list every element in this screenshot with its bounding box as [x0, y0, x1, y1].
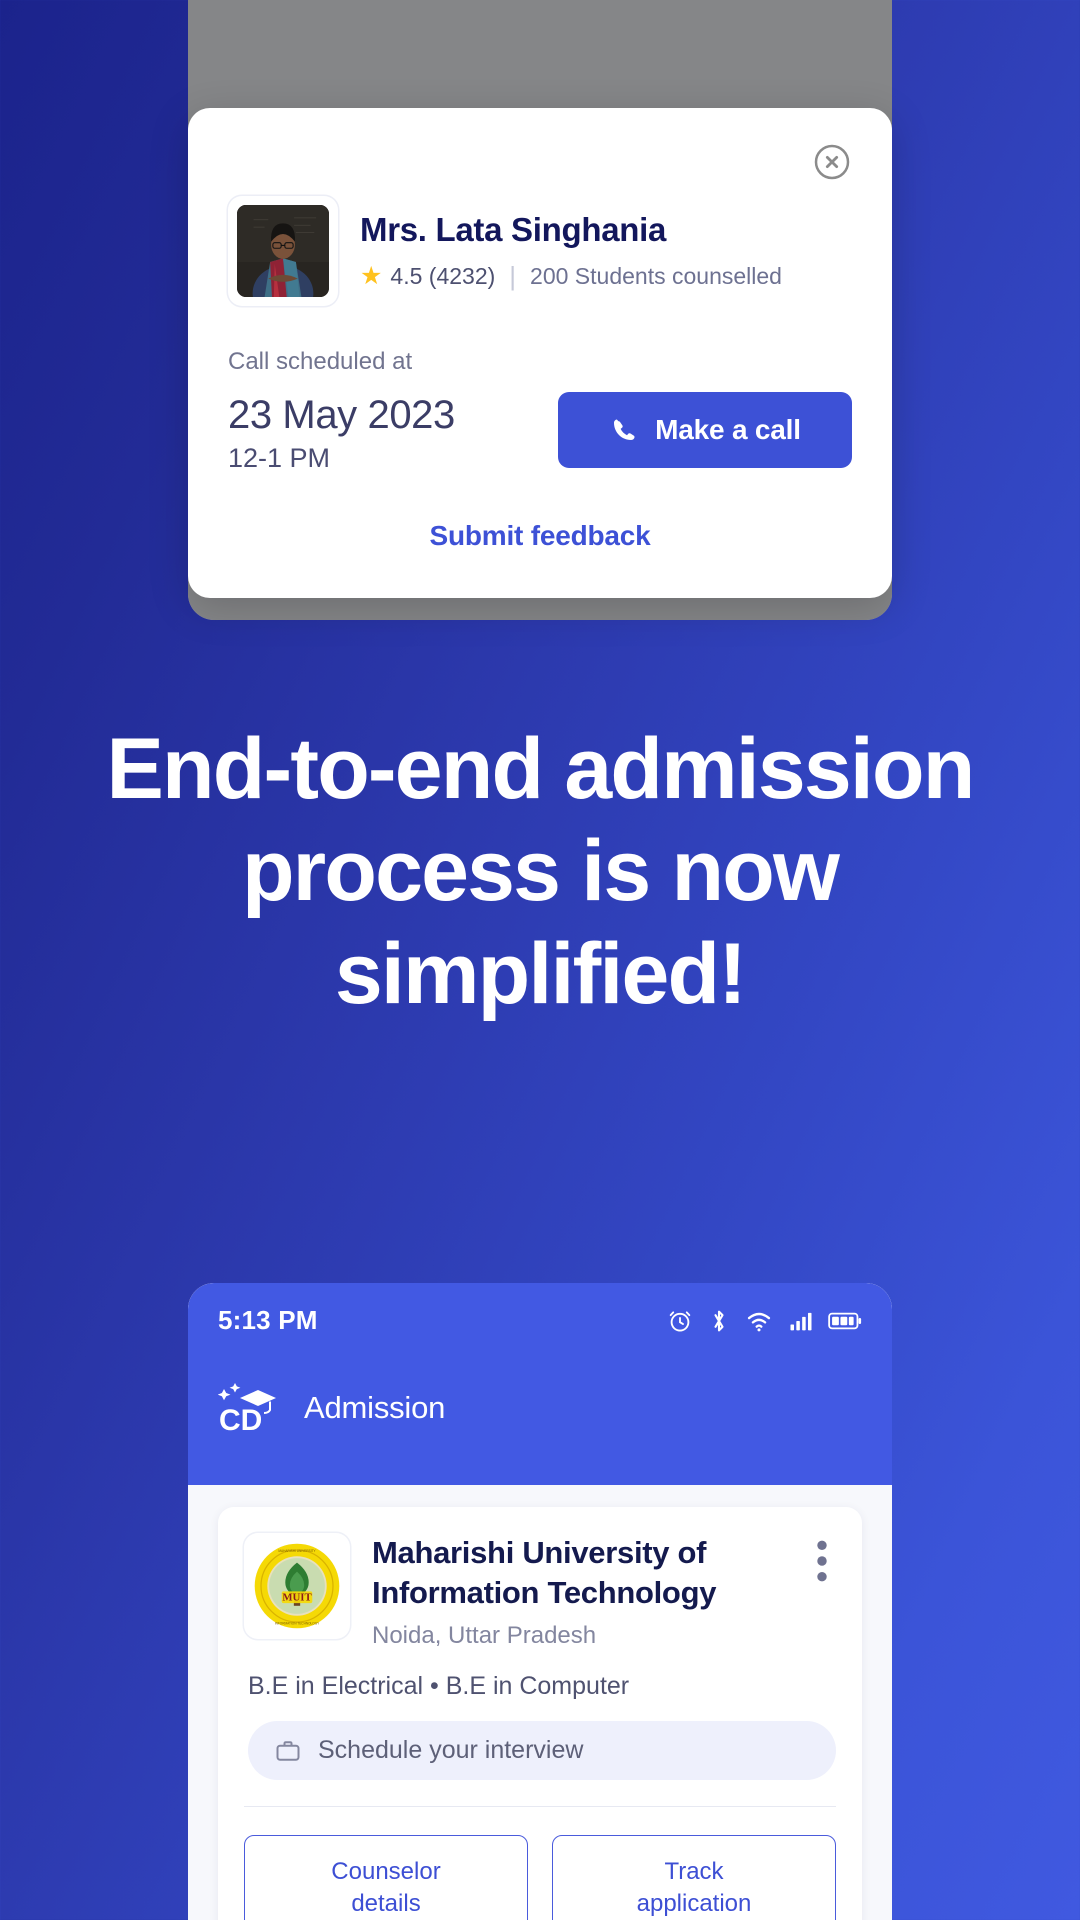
- counselor-students-counselled: 200 Students counselled: [530, 262, 782, 289]
- status-bar: 5:13 PM: [218, 1305, 862, 1336]
- kebab-menu-icon[interactable]: [808, 1539, 836, 1583]
- bluetooth-icon: [714, 1310, 724, 1331]
- schedule-interview-label: Schedule your interview: [318, 1736, 584, 1765]
- phone-header: 5:13 PM CD Admission: [188, 1283, 892, 1485]
- bottom-phone-screen: 5:13 PM CD Admission MUIT MAHARISHI UNIV…: [188, 1283, 892, 1920]
- svg-text:CD: CD: [219, 1404, 262, 1434]
- cd-graduation-cap-logo: CD: [218, 1383, 276, 1434]
- app-bar-title: Admission: [304, 1390, 446, 1425]
- phone-icon: [614, 419, 635, 441]
- button-line-1: Counselor: [331, 1858, 441, 1886]
- svg-text:INFORMATION TECHNOLOGY: INFORMATION TECHNOLOGY: [275, 1622, 320, 1626]
- counselor-name: Mrs. Lata Singhania: [360, 210, 667, 248]
- modal-close-row: [228, 142, 852, 182]
- close-circle-icon[interactable]: [812, 142, 852, 182]
- make-a-call-button[interactable]: Make a call: [558, 392, 852, 469]
- call-scheduled-label: Call scheduled at: [228, 348, 413, 375]
- alarm-icon: [669, 1310, 691, 1331]
- university-logo-frame: MUIT MAHARISHI UNIVERSITY INFORMATION TE…: [244, 1533, 350, 1639]
- university-card-header: MUIT MAHARISHI UNIVERSITY INFORMATION TE…: [244, 1533, 836, 1650]
- university-text-block: Maharishi University of Information Tech…: [372, 1533, 786, 1650]
- university-card-button-row: Counselor details Track application: [244, 1807, 836, 1920]
- button-line-2: application: [636, 1890, 752, 1918]
- avatar: [237, 205, 329, 297]
- signal-icon: [790, 1312, 812, 1330]
- phone-body: MUIT MAHARISHI UNIVERSITY INFORMATION TE…: [188, 1485, 892, 1920]
- briefcase-icon: [276, 1741, 300, 1761]
- battery-icon: [828, 1312, 862, 1329]
- counselor-details-button[interactable]: Counselor details: [244, 1835, 528, 1920]
- schedule-interview-pill[interactable]: Schedule your interview: [248, 1721, 836, 1781]
- counselor-meta: Mrs. Lata Singhania ★ 4.5 (4232) | 200 S…: [360, 211, 782, 292]
- button-line-1: Track: [664, 1858, 724, 1886]
- wifi-icon: [747, 1312, 771, 1331]
- status-bar-icons: [666, 1307, 862, 1335]
- university-city: Noida, Uttar Pradesh: [372, 1622, 597, 1650]
- star-icon: ★: [360, 261, 383, 290]
- schedule-time: 12-1 PM: [228, 443, 331, 474]
- submit-feedback-link[interactable]: Submit feedback: [228, 520, 852, 552]
- counselor-call-modal: Mrs. Lata Singhania ★ 4.5 (4232) | 200 S…: [188, 108, 892, 599]
- schedule-datetime-group: 23 May 2023 12-1 PM: [228, 392, 455, 474]
- stats-separator: |: [509, 260, 517, 291]
- university-card: MUIT MAHARISHI UNIVERSITY INFORMATION TE…: [218, 1507, 862, 1920]
- counselor-avatar-frame: [228, 196, 338, 306]
- app-bar: CD Admission: [218, 1382, 862, 1434]
- schedule-date: 23 May 2023: [228, 393, 455, 437]
- schedule-row: 23 May 2023 12-1 PM Make a call: [228, 392, 852, 474]
- university-name: Maharishi University of Information Tech…: [372, 1535, 717, 1610]
- page-title: End-to-end admission process is now simp…: [106, 721, 975, 1022]
- counselor-rating: 4.5 (4232): [390, 262, 496, 289]
- counselor-stats-row: ★ 4.5 (4232) | 200 Students counselled: [360, 261, 782, 292]
- university-courses: B.E in Electrical • B.E in Computer: [248, 1672, 630, 1701]
- make-a-call-label: Make a call: [655, 414, 801, 446]
- svg-text:MUIT: MUIT: [282, 1591, 312, 1603]
- muit-seal-logo: MUIT MAHARISHI UNIVERSITY INFORMATION TE…: [254, 1543, 340, 1629]
- counselor-summary-row: Mrs. Lata Singhania ★ 4.5 (4232) | 200 S…: [228, 196, 852, 306]
- button-line-2: details: [351, 1890, 421, 1918]
- svg-text:MAHARISHI UNIVERSITY: MAHARISHI UNIVERSITY: [278, 1549, 316, 1553]
- counselor-photo-illustration: [237, 205, 329, 297]
- track-application-button[interactable]: Track application: [552, 1835, 836, 1920]
- status-bar-time: 5:13 PM: [218, 1305, 318, 1335]
